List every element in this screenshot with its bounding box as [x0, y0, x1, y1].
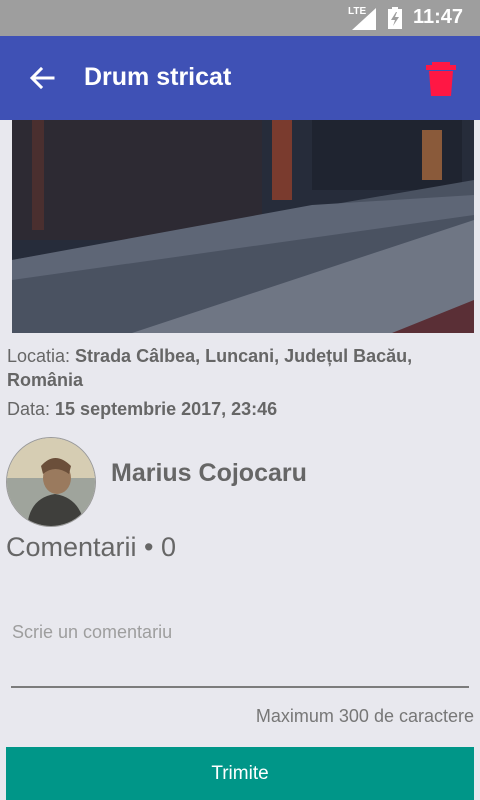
comments-count: Comentarii • 0 — [6, 532, 177, 562]
clock: 11:47 — [413, 6, 464, 28]
send-button[interactable]: Trimite — [6, 747, 474, 800]
page-title: Drum stricat — [84, 63, 232, 91]
status-bar: LTE 11:47 — [0, 0, 480, 36]
date-value: 15 septembrie 2017, 23:46 — [55, 399, 278, 419]
comment-input[interactable] — [11, 612, 469, 688]
location-info: Locatia: Strada Câlbea, Luncani, Județul… — [7, 344, 447, 392]
arrow-left-icon[interactable] — [26, 62, 58, 94]
author-name[interactable]: Marius Cojocaru — [111, 459, 307, 488]
date-label: Data: — [7, 399, 56, 419]
trash-icon[interactable] — [424, 60, 458, 96]
street-image — [12, 120, 474, 333]
char-limit-hint: Maximum 300 de caractere — [255, 706, 474, 726]
date-info: Data: 15 septembrie 2017, 23:46 — [7, 397, 277, 421]
location-label: Locatia: — [7, 346, 76, 366]
signal-icon — [352, 8, 376, 30]
avatar-image — [7, 438, 95, 526]
battery-charging-icon — [388, 7, 402, 29]
report-photo — [12, 120, 474, 333]
app-bar: Drum stricat — [0, 36, 480, 120]
avatar[interactable] — [6, 437, 96, 527]
